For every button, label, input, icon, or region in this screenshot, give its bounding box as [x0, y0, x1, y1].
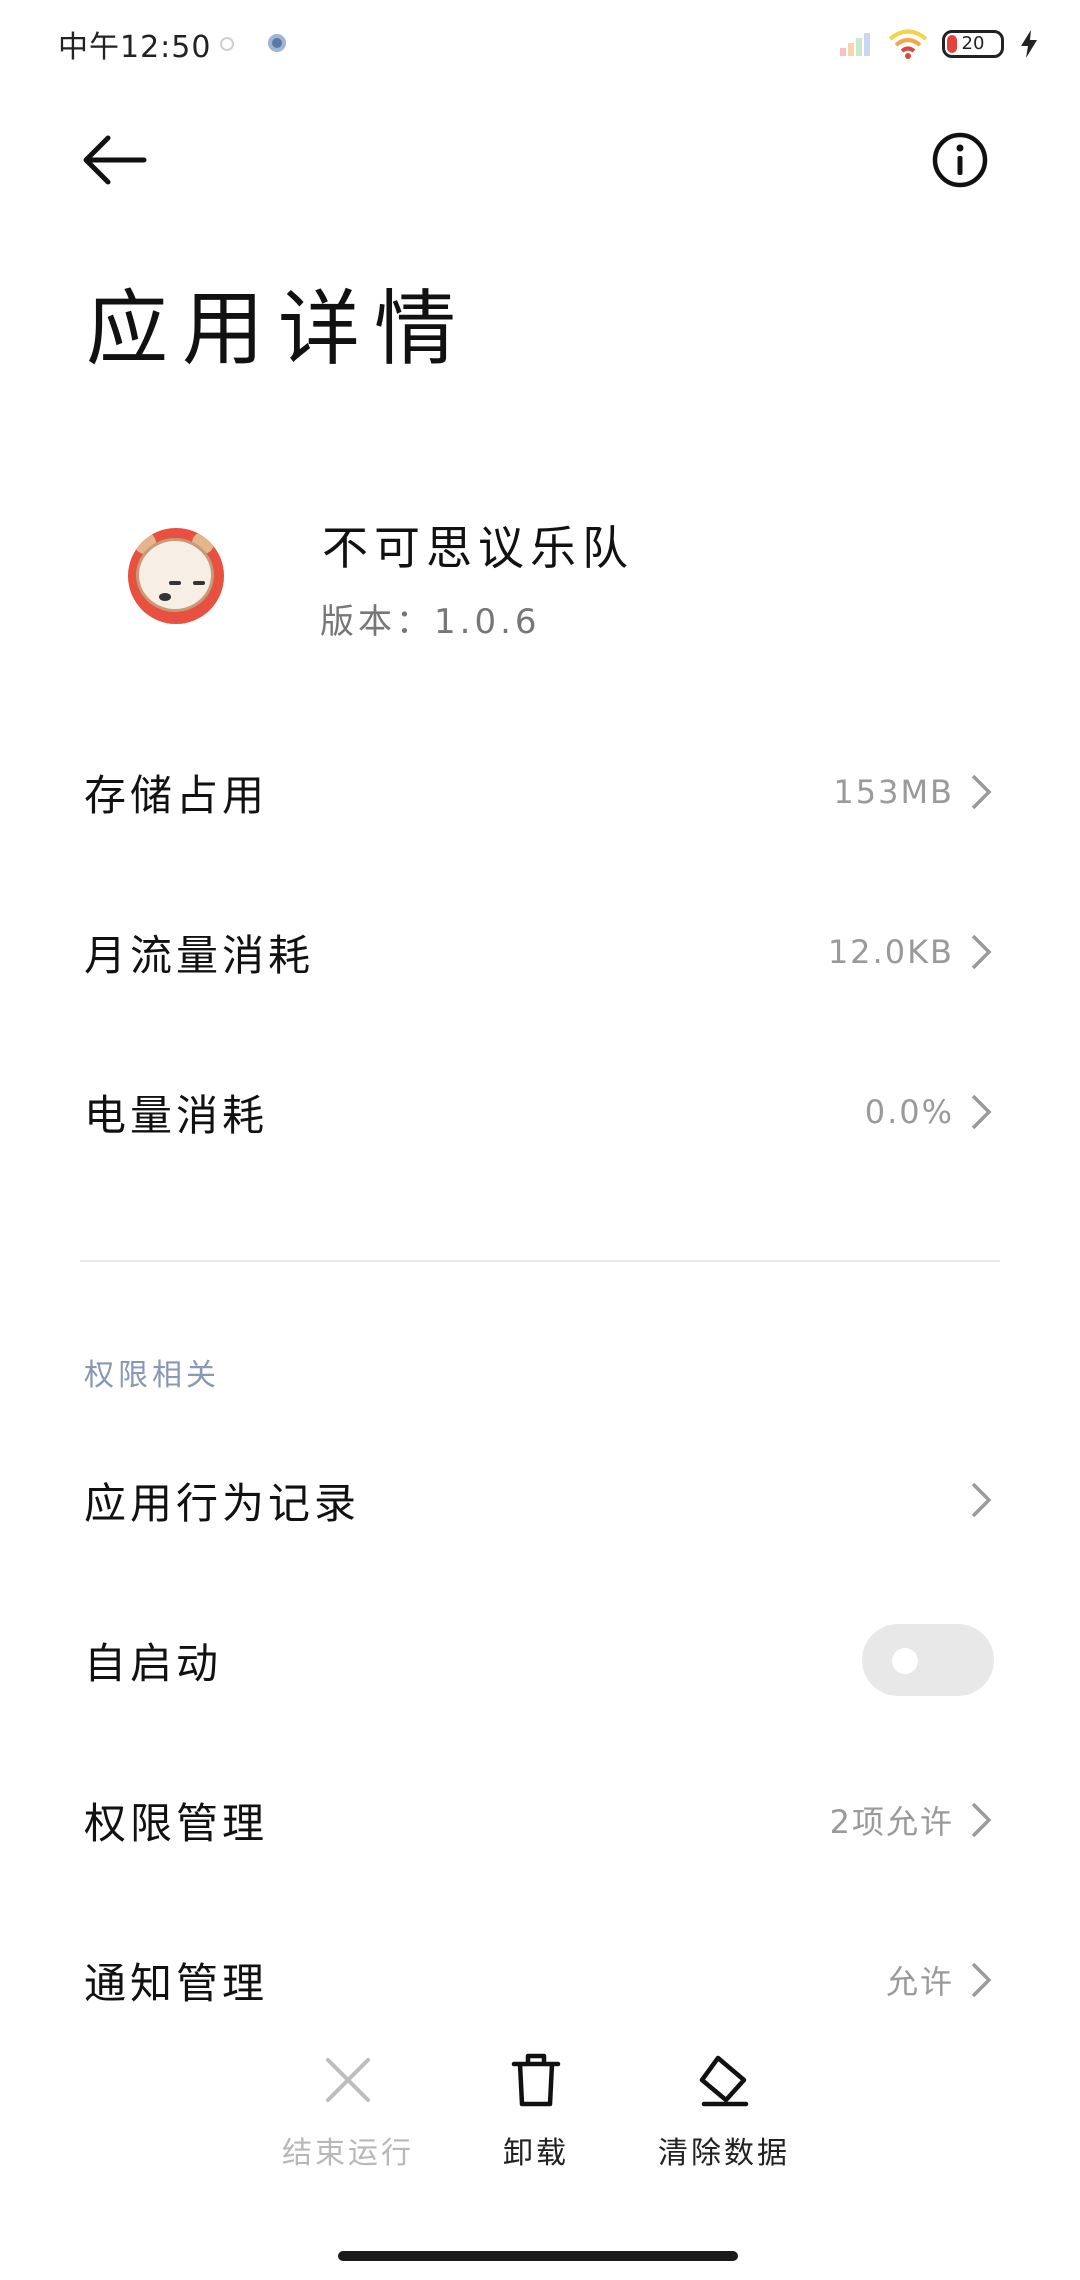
chevron-right-icon	[971, 774, 992, 810]
uninstall-button[interactable]: 卸载	[436, 2050, 636, 2172]
trash-icon	[511, 2053, 561, 2107]
chevron-right-icon	[971, 1094, 992, 1130]
back-button[interactable]	[80, 130, 160, 190]
row-value: 12.0KB	[827, 933, 954, 971]
row-value: 允许	[885, 1963, 954, 2001]
row-label: 应用行为记录	[84, 1478, 361, 1528]
row-value: 153MB	[833, 773, 954, 811]
permissions-section-header: 权限相关	[84, 1358, 220, 1393]
notification-app-icon	[268, 34, 286, 52]
status-icons: 20	[838, 24, 1040, 64]
chevron-right-icon	[971, 934, 992, 970]
force-stop-label: 结束运行	[282, 2136, 414, 2171]
bottom-action-bar: 结束运行 卸载 清除数据	[0, 2050, 1080, 2190]
battery-level: 20	[961, 33, 985, 54]
notification-dot-icon	[220, 37, 234, 51]
battery-usage-row[interactable]: 电量消耗 0.0%	[84, 1062, 994, 1162]
row-label: 月流量消耗	[84, 930, 315, 980]
battery-icon: 20	[942, 30, 1004, 58]
data-usage-row[interactable]: 月流量消耗 12.0KB	[84, 902, 994, 1002]
info-icon	[932, 132, 988, 188]
clear-data-label: 清除数据	[658, 2136, 790, 2171]
eraser-icon	[699, 2055, 749, 2107]
chevron-right-icon	[971, 1802, 992, 1838]
uninstall-label: 卸载	[503, 2136, 569, 2171]
app-version: 版本：1.0.6	[320, 602, 541, 642]
home-indicator[interactable]	[338, 2251, 738, 2261]
chevron-right-icon	[971, 1482, 992, 1518]
row-value: 0.0%	[864, 1093, 954, 1131]
info-button[interactable]	[930, 130, 990, 190]
page-title: 应用详情	[86, 282, 471, 377]
divider	[80, 1260, 1000, 1262]
status-bar: 中午12:50 20	[0, 0, 1080, 90]
app-icon	[128, 528, 224, 624]
row-label: 通知管理	[84, 1958, 269, 2008]
back-arrow-icon	[83, 135, 147, 185]
notification-management-row[interactable]: 通知管理 允许	[84, 1930, 994, 2030]
app-name: 不可思议乐队	[322, 521, 634, 575]
row-label: 存储占用	[84, 770, 269, 820]
storage-usage-row[interactable]: 存储占用 153MB	[84, 742, 994, 842]
autostart-toggle[interactable]	[862, 1624, 994, 1696]
row-label: 自启动	[84, 1638, 223, 1688]
app-behavior-record-row[interactable]: 应用行为记录	[84, 1450, 994, 1550]
charging-icon	[1021, 30, 1037, 58]
clear-data-button[interactable]: 清除数据	[624, 2050, 824, 2172]
permission-management-row[interactable]: 权限管理 2项允许	[84, 1770, 994, 1870]
row-value: 2项允许	[829, 1803, 954, 1841]
toggle-knob	[892, 1648, 918, 1674]
row-label: 权限管理	[84, 1798, 269, 1848]
close-icon	[326, 2058, 370, 2102]
battery-fill	[947, 35, 957, 53]
signal-icon	[840, 33, 870, 56]
force-stop-button[interactable]: 结束运行	[248, 2050, 448, 2172]
wifi-icon	[888, 29, 928, 59]
chevron-right-icon	[971, 1962, 992, 1998]
autostart-row: 自启动	[84, 1610, 994, 1710]
row-label: 电量消耗	[84, 1090, 269, 1140]
status-time: 中午12:50	[58, 30, 212, 65]
